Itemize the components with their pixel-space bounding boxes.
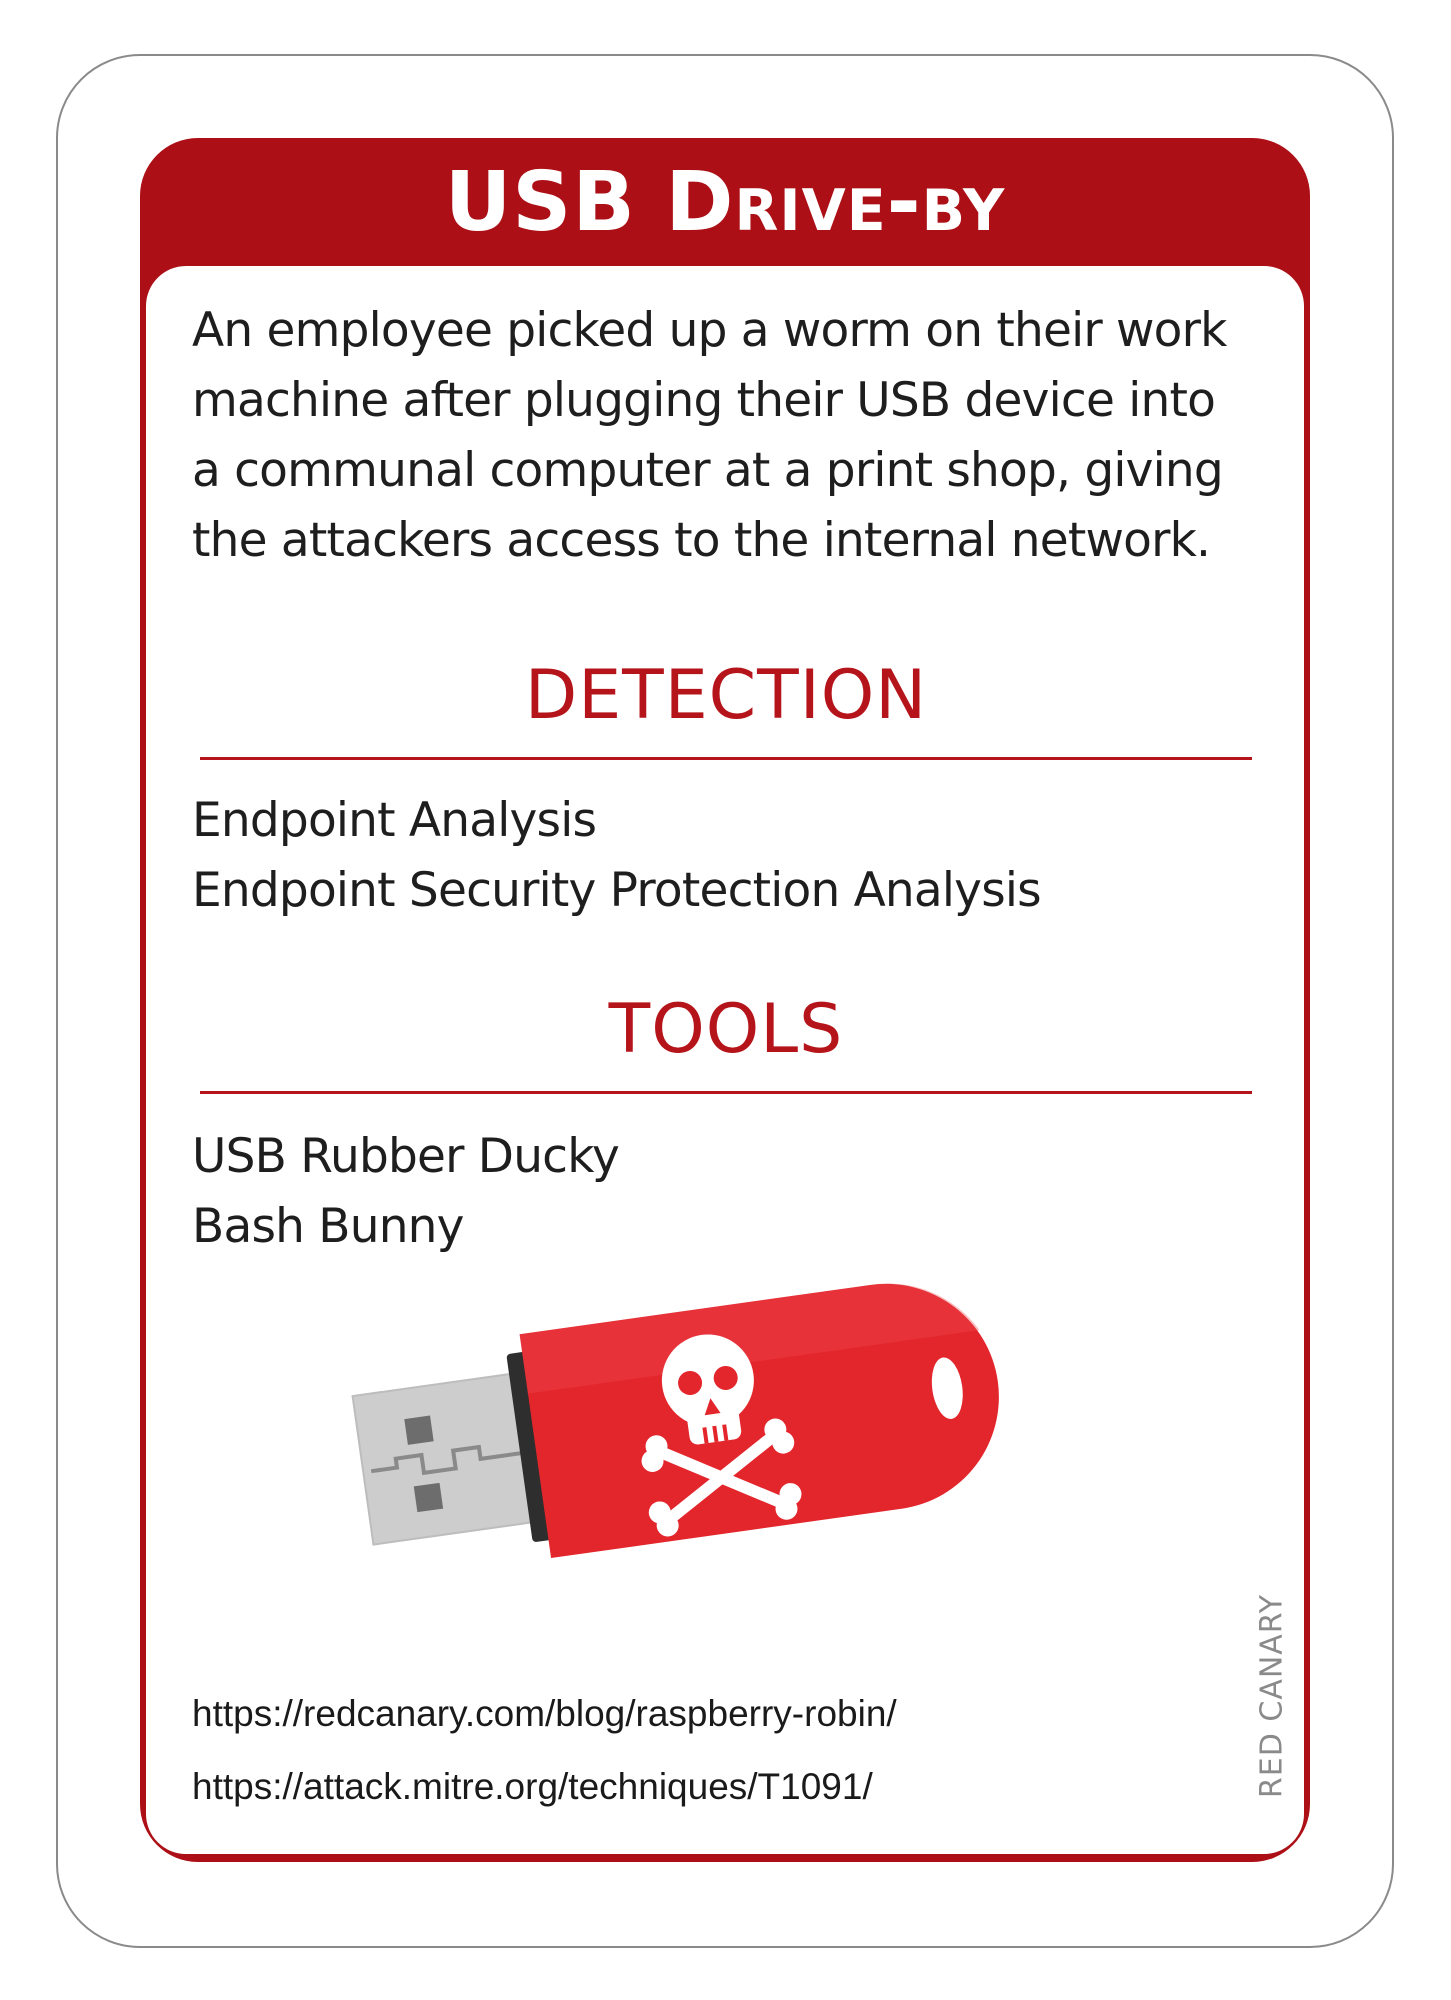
detection-heading: DETECTION [524, 656, 928, 735]
detection-divider [200, 757, 1252, 760]
tools-divider [200, 1091, 1252, 1094]
usb-contact [413, 1482, 444, 1513]
card-description: An employee picked up a worm on their wo… [192, 303, 1227, 568]
tools-heading: TOOLS [608, 990, 844, 1069]
tools-list: USB Rubber Ducky Bash Bunny [192, 1122, 620, 1262]
card-title-main: USB [444, 154, 636, 250]
detection-item: Endpoint Analysis [192, 793, 597, 848]
detection-list: Endpoint Analysis Endpoint Security Prot… [192, 786, 1042, 926]
usb-drive-skull-icon [351, 1283, 999, 1559]
card-title-rest: Drive-by [665, 154, 1006, 250]
card-title: USB Drive-by [140, 138, 1310, 266]
detection-item: Endpoint Security Protection Analysis [192, 863, 1042, 918]
reference-link-mitre[interactable]: https://attack.mitre.org/techniques/T109… [192, 1766, 873, 1808]
usb-contact [404, 1415, 434, 1445]
tools-item: USB Rubber Ducky [192, 1129, 620, 1184]
reference-link-redcanary[interactable]: https://redcanary.com/blog/raspberry-rob… [192, 1693, 897, 1735]
brand-watermark: RED CANARY [1254, 1593, 1290, 1799]
